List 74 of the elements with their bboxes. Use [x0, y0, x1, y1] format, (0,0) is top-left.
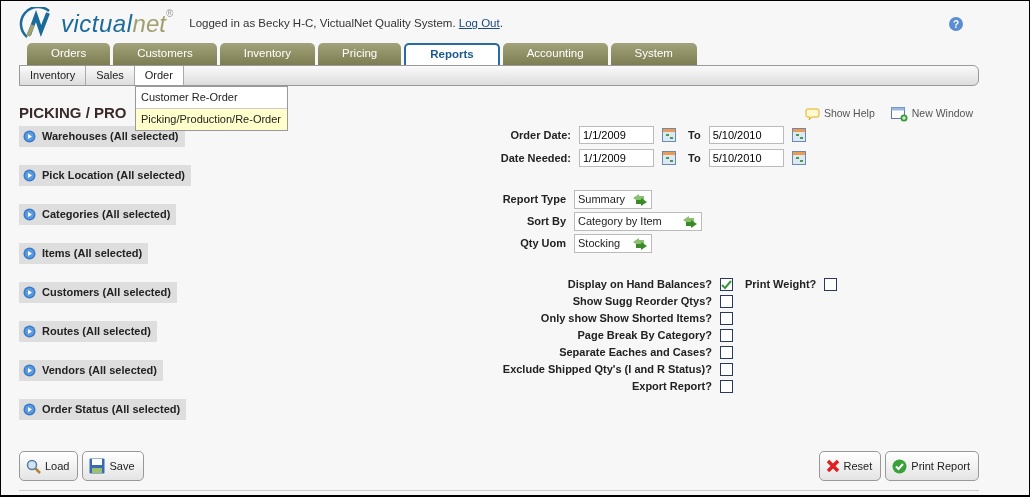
calendar-icon[interactable] — [791, 151, 806, 165]
dropdown-field[interactable]: Stocking — [574, 234, 652, 253]
expand-arrow-icon — [23, 208, 36, 221]
expand-arrow-icon — [23, 169, 36, 182]
checkbox[interactable] — [720, 278, 733, 291]
date-field[interactable]: 1/1/2009 — [579, 126, 654, 144]
filter-toggle[interactable]: Routes (All selected) — [19, 321, 157, 342]
new-window-icon — [890, 106, 908, 122]
load-button[interactable]: Load — [19, 451, 79, 481]
option-label: Show Sugg Reorder Qtys? — [571, 294, 712, 310]
reset-button[interactable]: Reset — [818, 451, 882, 481]
swap-arrows-icon — [632, 236, 648, 251]
checkbox[interactable] — [720, 295, 733, 308]
filter-toggle[interactable]: Order Status (All selected) — [19, 399, 187, 420]
new-window-link[interactable]: New Window — [890, 106, 973, 122]
menu-item[interactable]: Picking/Production/Re-Order — [136, 108, 287, 130]
dropdown-field[interactable]: Category by Item — [574, 212, 702, 231]
page-title: PICKING / PRO — [19, 104, 127, 122]
checkbox[interactable] — [720, 363, 733, 376]
swap-arrows-icon — [632, 192, 648, 207]
expand-arrow-icon — [23, 364, 36, 377]
option-label: Print Weight? — [745, 277, 817, 293]
field-label: Date Needed: — [499, 150, 571, 166]
filter-toggle[interactable]: Customers (All selected) — [19, 282, 177, 303]
sub-tab[interactable]: Order — [134, 66, 184, 85]
expand-arrow-icon — [23, 247, 36, 260]
logout-link[interactable]: Log Out — [458, 17, 500, 30]
filter-toggle[interactable]: Pick Location (All selected) — [19, 165, 192, 186]
option-label: Page Break By Category? — [576, 328, 712, 344]
swap-arrows-icon — [682, 214, 698, 229]
filter-toggle[interactable]: Categories (All selected) — [19, 204, 177, 225]
cross-icon — [825, 459, 840, 473]
logo-text: victualnet® — [61, 7, 174, 39]
show-help-link[interactable]: Show Help — [804, 106, 875, 122]
filter-toggle[interactable]: Warehouses (All selected) — [19, 126, 185, 147]
calendar-icon[interactable] — [662, 151, 676, 165]
checkbox[interactable] — [720, 329, 733, 342]
filter-toggle[interactable]: Vendors (All selected) — [19, 360, 163, 381]
checkbox[interactable] — [824, 278, 838, 291]
nav-tab[interactable]: Reports — [404, 43, 500, 65]
expand-arrow-icon — [23, 403, 36, 416]
field-label: Order Date: — [509, 127, 571, 143]
calendar-icon[interactable] — [791, 128, 806, 142]
sub-tab[interactable]: Sales — [86, 66, 135, 85]
print-button[interactable]: Print Report — [885, 451, 979, 481]
login-text: Logged in as Becky H-C, VictualNet Quality System. Log Out. — [189, 16, 503, 32]
filter-toggle[interactable]: Items (All selected) — [19, 243, 149, 264]
expand-arrow-icon — [23, 325, 36, 338]
check-circle-icon — [892, 458, 908, 474]
sub-tab[interactable]: Inventory — [20, 66, 87, 85]
speech-bubble-icon — [804, 107, 820, 121]
checkbox[interactable] — [720, 312, 733, 325]
option-label: Separate Eaches and Cases? — [558, 345, 712, 361]
to-label: To — [688, 127, 701, 143]
expand-arrow-icon — [23, 130, 36, 143]
checkbox[interactable] — [720, 380, 733, 393]
date-field[interactable]: 5/10/2010 — [708, 149, 784, 167]
option-label: Exclude Shipped Qty's (I and R Status)? — [501, 362, 712, 378]
field-label: Qty Uom — [519, 236, 566, 252]
field-label: Sort By — [525, 214, 566, 230]
option-label: Export Report? — [630, 379, 712, 395]
to-label: To — [688, 150, 701, 166]
date-field[interactable]: 1/1/2009 — [579, 149, 654, 167]
magnifier-icon — [26, 458, 41, 474]
field-label: Report Type — [501, 192, 566, 208]
expand-arrow-icon — [23, 286, 36, 299]
option-label: Display on Hand Balances? — [566, 277, 712, 293]
check-icon — [721, 279, 732, 290]
date-field[interactable]: 5/10/2010 — [708, 126, 784, 144]
save-button[interactable]: Save — [82, 451, 144, 481]
calendar-icon[interactable] — [662, 128, 676, 142]
option-label: Only show Show Shorted Items? — [539, 311, 712, 327]
checkbox[interactable] — [720, 346, 733, 359]
dropdown-field[interactable]: Summary — [574, 190, 652, 209]
